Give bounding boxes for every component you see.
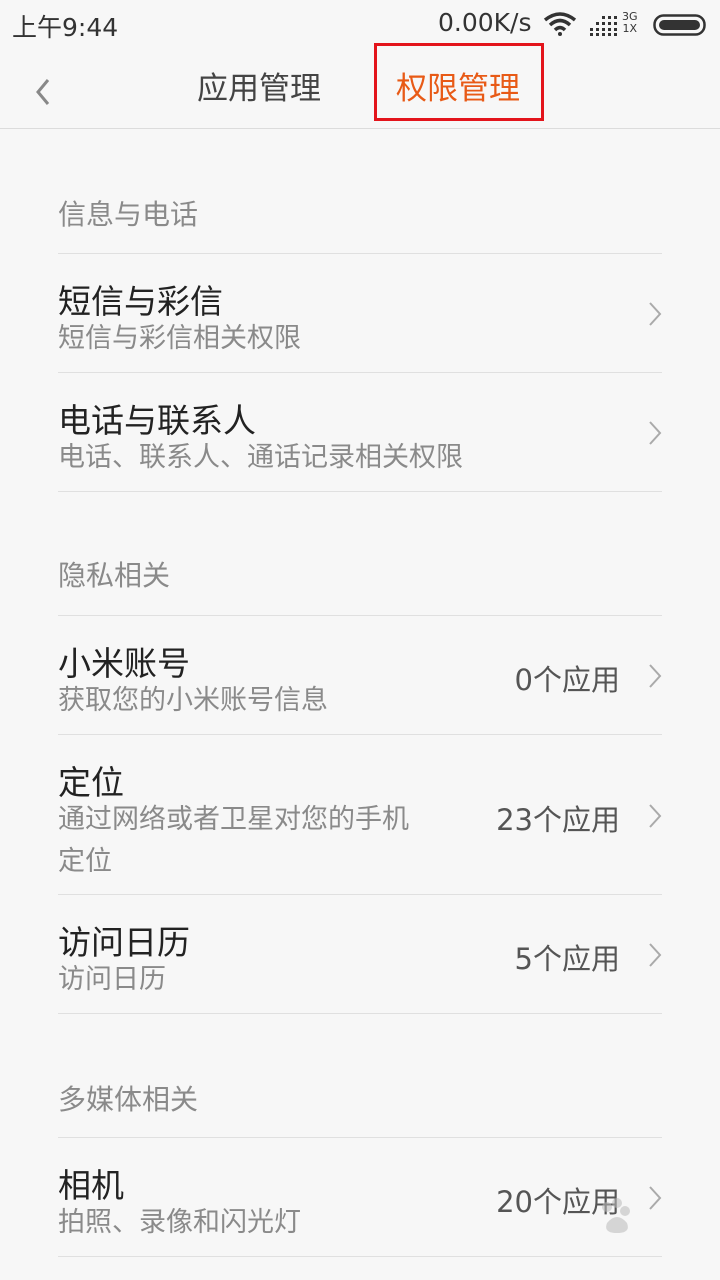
title-bar: 应用管理 权限管理 <box>0 43 720 129</box>
list-item-phone-contacts[interactable]: 电话与联系人 电话、联系人、通话记录相关权限 <box>58 372 662 491</box>
chevron-right-icon <box>649 804 662 828</box>
section-header: 隐私相关 <box>58 559 171 592</box>
item-subtitle: 拍照、录像和闪光灯 <box>58 1207 301 1238</box>
app-count: 23个应用 <box>496 803 620 837</box>
item-subtitle: 通过网络或者卫星对您的手机 <box>58 804 409 835</box>
app-count: 0个应用 <box>514 663 620 697</box>
chevron-right-icon <box>649 302 662 326</box>
signal-icon <box>590 16 617 36</box>
item-title: 短信与彩信 <box>58 282 223 321</box>
item-subtitle: 电话、联系人、通话记录相关权限 <box>58 442 463 473</box>
section-header: 多媒体相关 <box>58 1083 199 1116</box>
list-item-calendar[interactable]: 访问日历 访问日历 5个应用 <box>58 894 662 1013</box>
status-time: 上午9:44 <box>12 13 119 42</box>
watermark-logo <box>602 1198 630 1233</box>
divider <box>58 491 662 492</box>
divider <box>58 1256 662 1257</box>
network-type: 3G 1X <box>622 10 638 35</box>
tab-app-management[interactable]: 应用管理 <box>197 66 321 112</box>
item-subtitle: 短信与彩信相关权限 <box>58 323 301 354</box>
item-subtitle-cont: 定位 <box>58 846 112 877</box>
list-item-location[interactable]: 定位 通过网络或者卫星对您的手机 定位 23个应用 <box>58 734 662 894</box>
section-header: 信息与电话 <box>58 198 199 231</box>
item-title: 访问日历 <box>58 923 190 962</box>
app-count: 5个应用 <box>514 942 620 976</box>
tab-permission-management[interactable]: 权限管理 <box>396 66 520 112</box>
divider <box>58 1013 662 1014</box>
item-title: 相机 <box>58 1166 124 1205</box>
battery-icon <box>653 14 706 36</box>
chevron-right-icon <box>649 421 662 445</box>
wifi-icon <box>543 12 577 36</box>
item-title: 定位 <box>58 763 124 802</box>
list-item-sms[interactable]: 短信与彩信 短信与彩信相关权限 <box>58 253 662 372</box>
item-title: 电话与联系人 <box>58 401 256 440</box>
back-arrow-icon[interactable] <box>28 72 60 112</box>
item-title: 小米账号 <box>58 644 190 683</box>
chevron-right-icon <box>649 943 662 967</box>
item-subtitle: 获取您的小米账号信息 <box>58 685 328 716</box>
chevron-right-icon <box>649 664 662 688</box>
status-bar: 上午9:44 0.00K/s 3G 1X <box>0 0 720 50</box>
item-subtitle: 访问日历 <box>58 964 166 995</box>
network-speed: 0.00K/s <box>438 8 532 37</box>
list-item-mi-account[interactable]: 小米账号 获取您的小米账号信息 0个应用 <box>58 615 662 734</box>
